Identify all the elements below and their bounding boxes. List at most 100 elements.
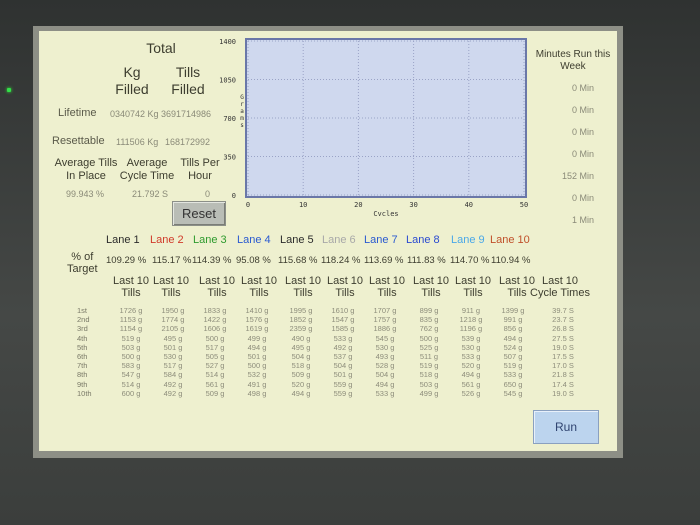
grams-chart: 0 10 20 30 40 50 0 350 700 1050 1400 Cycles G r a m s [219, 38, 528, 216]
x-tick-label: 50 [520, 201, 528, 209]
lane-label: Lane 2 [150, 234, 184, 246]
till-weight-cell: 1576 g [245, 315, 269, 325]
x-tick-label: 40 [465, 201, 473, 209]
run-button[interactable]: Run [533, 410, 599, 444]
till-weight-cell: 492 g [333, 342, 353, 352]
till-weight-cell: 491 g [247, 379, 267, 389]
till-weight-cell: 1410 g [245, 306, 269, 315]
minutes-run-value: 0 Min [571, 83, 594, 93]
till-weight-cell: 527 g [205, 361, 225, 371]
till-weight-cell: 1218 g [459, 315, 483, 325]
till-weight-cell: 1757 g [373, 315, 397, 325]
row-label: 7th [77, 361, 88, 371]
till-weight-cell: 501 g [163, 342, 183, 352]
till-weight-cell: 530 g [375, 342, 395, 352]
till-weight-cell: 650 g [503, 379, 523, 389]
x-tick-label: 20 [354, 201, 362, 209]
till-weight-cell: 520 g [461, 361, 481, 371]
till-weight-cell: 505 g [205, 352, 225, 361]
row-label: 8th [77, 370, 88, 380]
till-weight-cell: 498 g [247, 388, 267, 398]
till-weight-cell: 1950 g [161, 306, 185, 315]
till-weight-cell: 509 g [291, 370, 311, 380]
cycle-time-cell: 27.5 S [552, 333, 574, 343]
lane-percent-value: 111.83 % [407, 255, 446, 266]
x-tick-label: 0 [246, 201, 250, 209]
row-label: 5th [77, 342, 88, 352]
till-weight-cell: 504 g [291, 352, 311, 361]
till-weight-cell: 2359 g [289, 324, 313, 334]
minutes-run-value: 0 Min [571, 149, 594, 159]
till-weight-cell: 545 g [375, 333, 395, 343]
till-weight-cell: 518 g [291, 361, 311, 371]
till-weight-cell: 762 g [419, 324, 439, 334]
till-weight-cell: 514 g [205, 370, 225, 380]
lane-label: Lane 9 [451, 234, 485, 246]
till-weight-cell: 500 g [247, 361, 267, 371]
till-weight-cell: 1399 g [501, 306, 525, 315]
till-weight-cell: 524 g [503, 342, 523, 352]
till-weight-cell: 526 g [461, 388, 481, 398]
till-weight-cell: 1619 g [245, 324, 269, 334]
till-weight-cell: 501 g [333, 370, 353, 380]
till-weight-cell: 519 g [121, 333, 141, 343]
percent-of-target-label: % of Target [67, 251, 98, 275]
cycle-time-cell: 19.0 S [552, 388, 574, 398]
till-weight-cell: 547 g [121, 370, 141, 380]
lane-percent-value: 110.94 % [491, 255, 531, 266]
till-weight-cell: 499 g [419, 388, 439, 398]
lane-percent-value: 109.29 % [106, 255, 147, 266]
till-weight-cell: 507 g [503, 352, 523, 361]
till-weight-cell: 492 g [163, 388, 183, 398]
lane-percent-value: 114.39 % [192, 255, 232, 266]
x-tick-label: 10 [299, 201, 307, 209]
till-weight-cell: 499 g [247, 333, 267, 343]
till-weight-cell: 514 g [121, 379, 141, 389]
till-weight-cell: 533 g [333, 333, 353, 343]
till-weight-cell: 1774 g [161, 315, 185, 325]
till-weight-cell: 494 g [247, 342, 267, 352]
cycle-time-cell: 19.0 S [552, 342, 574, 352]
y-tick-label: 0 [232, 192, 236, 200]
lane-label: Lane 10 [490, 234, 530, 246]
till-weight-cell: 1196 g [459, 324, 483, 334]
lane-label: Lane 5 [280, 234, 314, 246]
x-axis-label: Cycles [373, 210, 398, 216]
minutes-run-value: 0 Min [571, 193, 594, 203]
y-tick-label: 1400 [219, 38, 236, 46]
till-weight-cell: 1886 g [373, 324, 397, 334]
till-weight-cell: 856 g [503, 324, 523, 334]
till-weight-cell: 545 g [503, 388, 523, 398]
till-weight-cell: 835 g [419, 315, 439, 325]
till-weight-cell: 537 g [333, 352, 353, 361]
till-weight-cell: 519 g [419, 361, 439, 371]
till-weight-cell: 500 g [205, 333, 225, 343]
till-weight-cell: 1422 g [203, 315, 227, 325]
lane-label: Lane 4 [237, 234, 271, 246]
till-weight-cell: 492 g [163, 379, 183, 389]
till-weight-cell: 503 g [121, 342, 141, 352]
last-10-tills-header: Last 10 Tills [152, 275, 190, 299]
till-weight-cell: 1606 g [203, 324, 227, 334]
till-weight-cell: 517 g [205, 342, 225, 352]
till-weight-cell: 519 g [503, 361, 523, 371]
till-weight-cell: 1585 g [331, 324, 355, 334]
row-label: 10th [77, 388, 92, 398]
y-tick-label: 700 [223, 115, 236, 123]
till-weight-cell: 532 g [247, 370, 267, 380]
till-weight-cell: 533 g [503, 370, 523, 380]
lane-percent-value: 118.24 % [321, 255, 361, 266]
till-weight-cell: 600 g [121, 388, 141, 398]
lane-percent-value: 115.68 % [278, 255, 318, 266]
till-weight-cell: 525 g [419, 342, 439, 352]
till-weight-cell: 1153 g [119, 315, 143, 325]
till-weight-cell: 911 g [461, 306, 481, 315]
lane-label: Lane 3 [193, 234, 227, 246]
till-weight-cell: 494 g [291, 388, 311, 398]
cycle-time-cell: 17.0 S [552, 361, 574, 371]
y-tick-label: 1050 [219, 77, 236, 85]
till-weight-cell: 1852 g [289, 315, 313, 325]
till-weight-cell: 2105 g [161, 324, 185, 334]
till-weight-cell: 493 g [375, 352, 395, 361]
till-weight-cell: 584 g [163, 370, 183, 380]
